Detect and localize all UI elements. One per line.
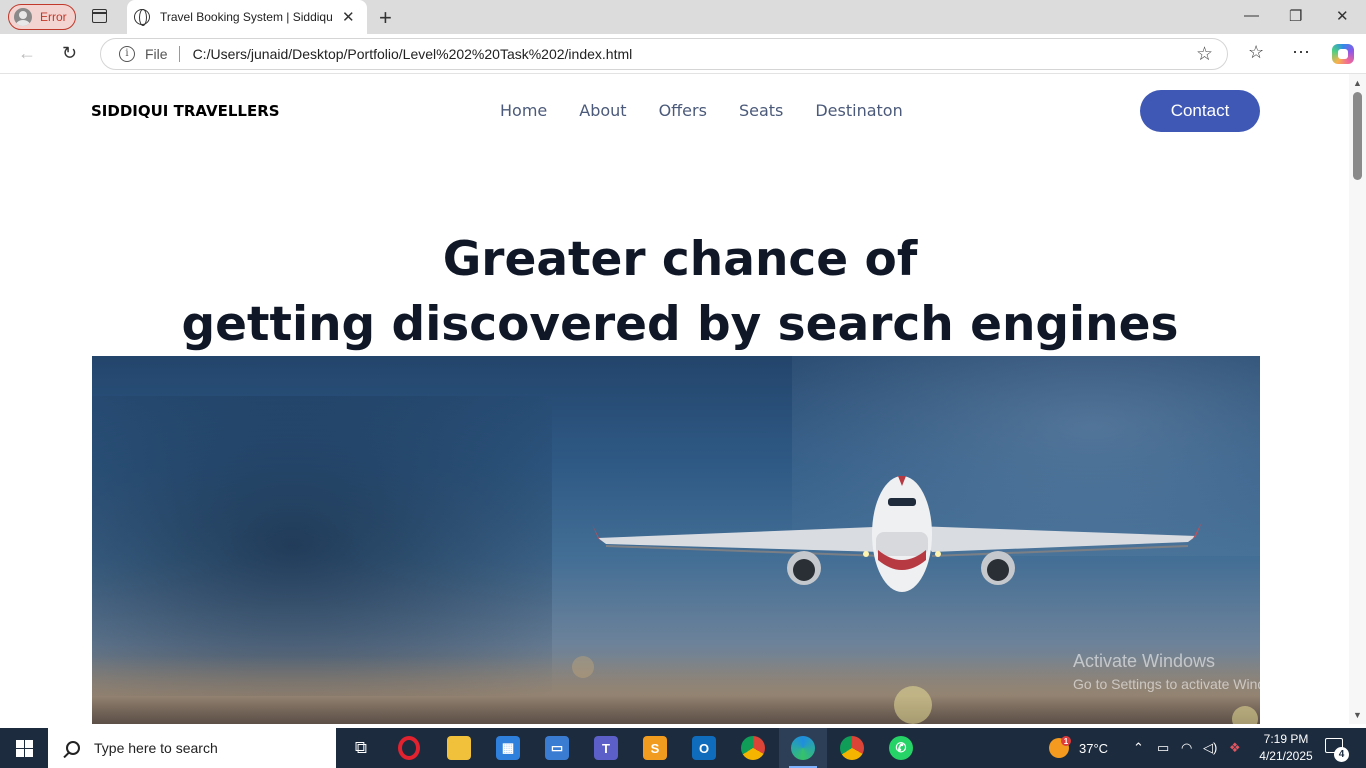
- teams-icon[interactable]: T: [594, 736, 618, 760]
- new-tab-button[interactable]: +: [379, 5, 392, 31]
- minimize-button[interactable]: —: [1244, 7, 1259, 24]
- active-tab[interactable]: Travel Booking System | Siddiqui ✕: [127, 0, 367, 34]
- hero-headline: Greater chance of getting discovered by …: [4, 232, 1349, 362]
- profile-button[interactable]: Error: [8, 4, 76, 30]
- profile-status-label: Error: [40, 10, 67, 24]
- address-divider: [178, 46, 180, 62]
- clock-date: 4/21/2025: [1259, 749, 1313, 763]
- site-nav: Home About Offers Seats Destinaton: [500, 101, 903, 120]
- profile-avatar-icon: [14, 8, 32, 26]
- site-brand[interactable]: SIDDIQUI TRAVELLERS: [91, 102, 280, 120]
- search-icon: [66, 741, 80, 755]
- dropbox-icon[interactable]: ❖: [1229, 728, 1241, 768]
- whatsapp-icon[interactable]: ✆: [889, 736, 913, 760]
- outlook-icon[interactable]: O: [692, 736, 716, 760]
- tab-title: Travel Booking System | Siddiqui: [160, 10, 332, 24]
- headline-line-2: getting discovered by search engines: [181, 297, 1179, 352]
- task-view-icon[interactable]: ⧉: [349, 736, 373, 760]
- weather-badge: 1: [1061, 736, 1071, 746]
- page-viewport: SIDDIQUI TRAVELLERS Home About Offers Se…: [4, 74, 1349, 724]
- chrome-icon[interactable]: [741, 736, 765, 760]
- nav-home[interactable]: Home: [500, 101, 547, 120]
- nav-seats[interactable]: Seats: [739, 101, 783, 120]
- scroll-up-icon[interactable]: ▲: [1353, 78, 1362, 88]
- battery-icon[interactable]: ▭: [1157, 728, 1169, 768]
- restore-button[interactable]: ❐: [1289, 7, 1302, 25]
- chrome-profile-icon[interactable]: [840, 736, 864, 760]
- clock-time: 7:19 PM: [1263, 732, 1309, 746]
- back-arrow-icon[interactable]: ←: [18, 43, 36, 64]
- browser-tab-bar: Error Travel Booking System | Siddiqui ✕…: [0, 0, 1366, 34]
- tray-chevron-icon[interactable]: ⌃: [1133, 728, 1144, 768]
- tab-close-icon[interactable]: ✕: [342, 8, 355, 26]
- globe-icon: [134, 9, 150, 26]
- start-windows-icon[interactable]: [16, 740, 33, 757]
- reload-icon[interactable]: ↻: [62, 43, 77, 64]
- taskbar-clock[interactable]: 7:19 PM 4/21/2025: [1258, 731, 1314, 765]
- url-text[interactable]: C:/Users/junaid/Desktop/Portfolio/Level%…: [193, 46, 633, 62]
- scroll-down-icon[interactable]: ▼: [1353, 710, 1362, 720]
- address-prefix: File: [145, 46, 168, 62]
- page-scrollbar[interactable]: ▲ ▼: [1349, 74, 1366, 724]
- watermark-line-1: Activate Windows: [1073, 651, 1216, 671]
- nav-about[interactable]: About: [579, 101, 626, 120]
- favorite-star-icon[interactable]: ☆: [1196, 43, 1213, 66]
- wifi-icon[interactable]: ◠: [1181, 728, 1192, 768]
- weather-temperature[interactable]: 37°C: [1079, 728, 1108, 768]
- search-placeholder: Type here to search: [94, 740, 218, 756]
- windows-taskbar: Type here to search ⧉ ▦ ▭ T S O ✆ 1 37°C…: [0, 728, 1366, 768]
- address-field[interactable]: i File C:/Users/junaid/Desktop/Portfolio…: [100, 38, 1228, 70]
- sublime-text-icon[interactable]: S: [643, 736, 667, 760]
- address-bar-row: ← ↻ i File C:/Users/junaid/Desktop/Portf…: [0, 34, 1366, 74]
- taskbar-search-box[interactable]: Type here to search: [48, 728, 336, 768]
- file-explorer-icon[interactable]: [447, 736, 471, 760]
- windows-activation-watermark: Activate Windows Go to Settings to activ…: [1073, 651, 1294, 692]
- favorites-icon[interactable]: ☆: [1248, 42, 1264, 63]
- opera-icon[interactable]: [398, 736, 420, 760]
- nav-offers[interactable]: Offers: [659, 101, 707, 120]
- contact-button[interactable]: Contact: [1140, 90, 1260, 132]
- window-close-button[interactable]: ✕: [1336, 7, 1349, 25]
- site-info-icon[interactable]: i: [119, 46, 135, 62]
- scrollbar-thumb[interactable]: [1353, 92, 1362, 180]
- watermark-line-2: Go to Settings to activate Windows.: [1073, 676, 1294, 692]
- nav-destination[interactable]: Destinaton: [815, 101, 902, 120]
- edge-icon[interactable]: [791, 736, 815, 760]
- more-menu-icon[interactable]: ⋯: [1292, 42, 1310, 63]
- headline-line-1: Greater chance of: [442, 232, 918, 287]
- tab-actions-icon[interactable]: [92, 9, 107, 23]
- copilot-icon[interactable]: [1332, 44, 1354, 64]
- microsoft-store-icon[interactable]: ▦: [496, 736, 520, 760]
- volume-icon[interactable]: ◁): [1203, 728, 1217, 768]
- pc-app-icon[interactable]: ▭: [545, 736, 569, 760]
- notification-count: 4: [1334, 747, 1349, 762]
